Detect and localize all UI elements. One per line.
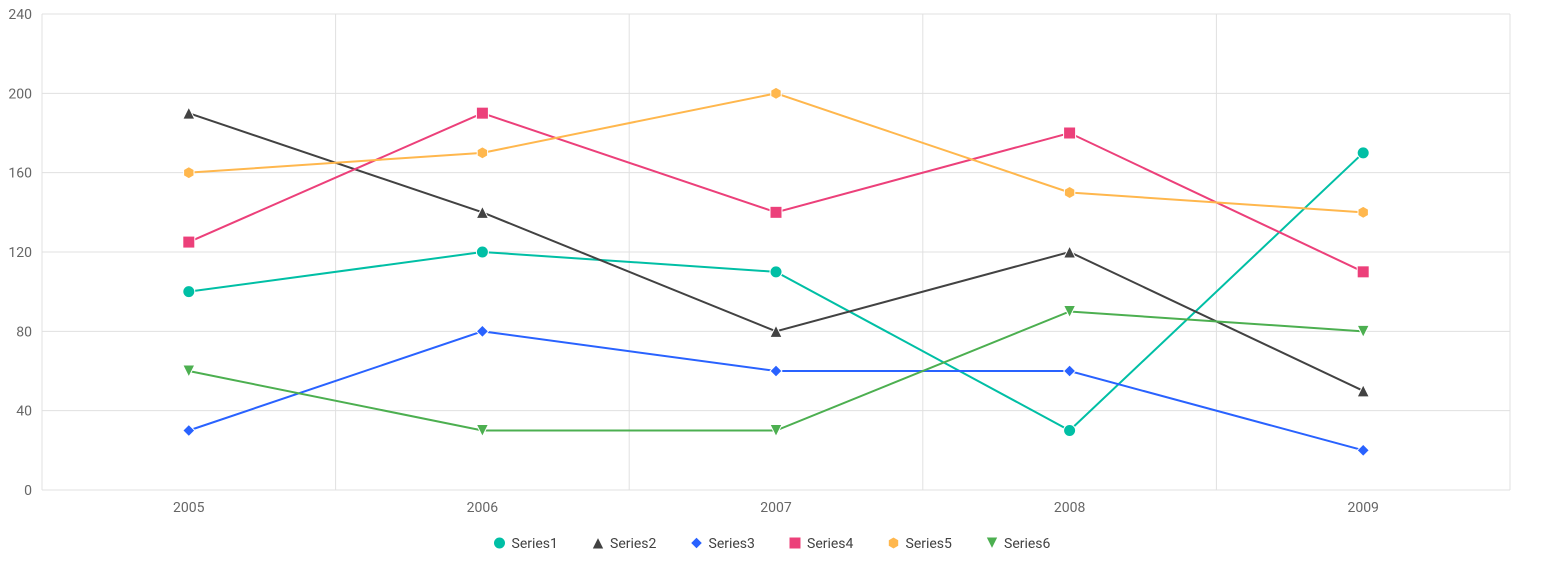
y-tick-label: 240 bbox=[8, 7, 32, 23]
marker-hexagon bbox=[1064, 187, 1074, 199]
legend-item-Series6[interactable]: Series6 bbox=[986, 536, 1051, 552]
x-tick-label: 2008 bbox=[1054, 500, 1086, 516]
marker-circle bbox=[770, 266, 782, 278]
marker-circle bbox=[183, 286, 195, 298]
x-tick-label: 2006 bbox=[467, 500, 499, 516]
legend-item-Series5[interactable]: Series5 bbox=[888, 536, 952, 552]
marker-diamond bbox=[770, 365, 782, 377]
legend-item-Series3[interactable]: Series3 bbox=[691, 536, 755, 552]
series-line bbox=[189, 93, 1363, 212]
legend-label: Series2 bbox=[610, 536, 657, 552]
marker-hexagon bbox=[1358, 206, 1368, 218]
series-line bbox=[189, 153, 1363, 431]
marker-triangle-up bbox=[592, 537, 604, 549]
y-tick-label: 160 bbox=[8, 166, 32, 182]
line-chart: 0 40 80 120 160 200 240 2005 2006 2007 2008 2009 Ser… bbox=[0, 0, 1550, 567]
marker-triangle-up bbox=[476, 206, 488, 218]
legend-label: Series3 bbox=[709, 536, 755, 552]
chart-svg: 0 40 80 120 160 200 240 2005 2006 2007 2008 2009 Ser… bbox=[0, 0, 1550, 567]
marker-square bbox=[1064, 127, 1076, 139]
marker-circle bbox=[476, 246, 488, 258]
x-tick-label: 2005 bbox=[173, 500, 205, 516]
marker-hexagon bbox=[477, 147, 487, 159]
legend-item-Series1[interactable]: Series1 bbox=[494, 536, 558, 552]
y-tick-label: 40 bbox=[16, 404, 32, 420]
legend-label: Series1 bbox=[512, 536, 558, 552]
legend-item-Series4[interactable]: Series4 bbox=[789, 536, 854, 552]
marker-hexagon bbox=[771, 87, 781, 99]
marker-triangle-down bbox=[986, 537, 998, 549]
marker-diamond bbox=[183, 425, 195, 437]
marker-square bbox=[770, 206, 782, 218]
legend-item-Series2[interactable]: Series2 bbox=[592, 536, 657, 552]
marker-hexagon bbox=[184, 167, 194, 179]
marker-square bbox=[183, 236, 195, 248]
marker-triangle-up bbox=[1357, 385, 1369, 397]
marker-diamond bbox=[1357, 444, 1369, 456]
y-tick-label: 120 bbox=[8, 245, 32, 261]
series-line bbox=[189, 113, 1363, 272]
marker-diamond bbox=[1064, 365, 1076, 377]
marker-square bbox=[476, 107, 488, 119]
legend-label: Series6 bbox=[1004, 536, 1051, 552]
y-tick-label: 0 bbox=[24, 483, 32, 499]
marker-circle bbox=[1357, 147, 1369, 159]
legend-label: Series5 bbox=[906, 536, 953, 552]
marker-diamond bbox=[476, 325, 488, 337]
legend-label: Series4 bbox=[807, 536, 854, 552]
marker-square bbox=[1357, 266, 1369, 278]
marker-circle bbox=[1064, 425, 1076, 437]
y-tick-label: 200 bbox=[8, 86, 32, 102]
marker-square bbox=[789, 537, 801, 549]
series-Series5 bbox=[184, 87, 1369, 218]
y-tick-label: 80 bbox=[16, 324, 32, 340]
marker-triangle-up bbox=[183, 107, 195, 119]
marker-hexagon bbox=[888, 537, 898, 549]
marker-circle bbox=[494, 537, 506, 549]
marker-diamond bbox=[691, 537, 703, 549]
x-tick-label: 2009 bbox=[1347, 500, 1378, 516]
x-tick-label: 2007 bbox=[760, 500, 792, 516]
